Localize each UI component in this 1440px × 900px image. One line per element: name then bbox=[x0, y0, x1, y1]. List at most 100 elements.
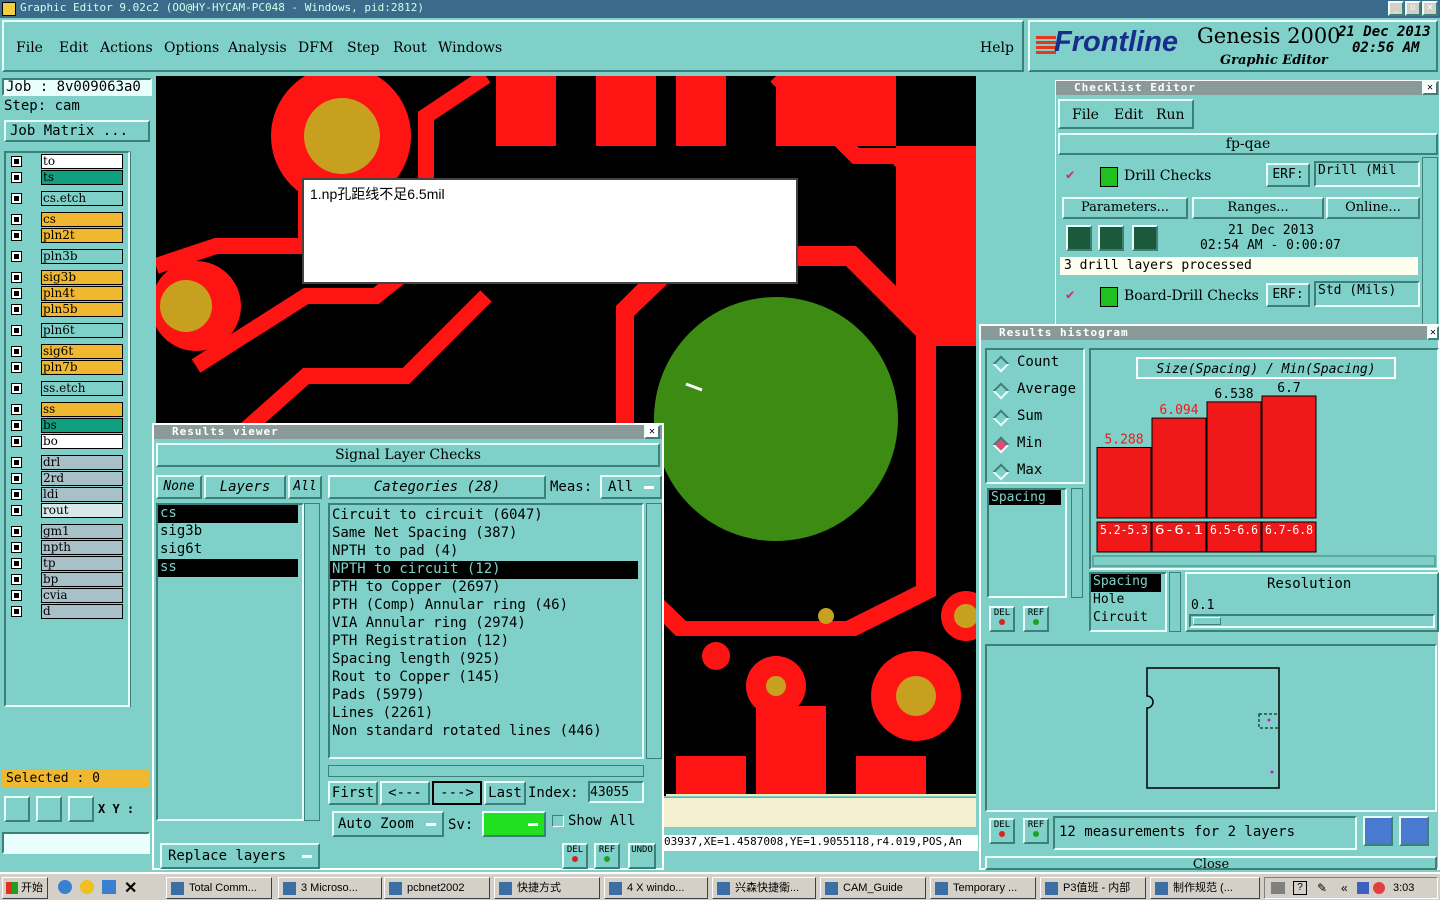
run-icon[interactable] bbox=[1066, 225, 1092, 251]
categories-hscrollbar[interactable] bbox=[328, 765, 644, 777]
category-item[interactable]: Circuit to circuit (6047) bbox=[330, 507, 638, 525]
layer-name[interactable]: sig6t bbox=[41, 344, 123, 359]
layer-name[interactable]: pln4t bbox=[41, 286, 123, 301]
result-layer-item[interactable]: ss bbox=[158, 559, 298, 577]
layer-checkbox[interactable] bbox=[11, 505, 22, 516]
layer-name[interactable]: gm1 bbox=[41, 524, 123, 539]
category-item[interactable]: VIA Annular ring (2974) bbox=[330, 615, 638, 633]
sv-color-dropdown[interactable] bbox=[482, 811, 546, 837]
category-item[interactable]: PTH Registration (12) bbox=[330, 633, 638, 651]
online-button[interactable]: Online... bbox=[1326, 197, 1420, 219]
layer-checkbox[interactable] bbox=[11, 404, 22, 415]
job-matrix-button[interactable]: Job Matrix ... bbox=[4, 120, 150, 142]
ref-button[interactable]: REF bbox=[594, 843, 620, 869]
layer-row[interactable]: gm1 bbox=[9, 524, 124, 539]
menu-rout[interactable]: Rout bbox=[393, 40, 427, 56]
layer-name[interactable]: d bbox=[41, 604, 123, 619]
lower-measure-scrollbar[interactable] bbox=[1169, 572, 1181, 632]
layer-checkbox[interactable] bbox=[11, 172, 22, 183]
checklist-scrollbar[interactable] bbox=[1422, 157, 1438, 325]
parameters-button[interactable]: Parameters... bbox=[1062, 197, 1188, 219]
category-item[interactable]: PTH to Copper (2697) bbox=[330, 579, 638, 597]
layer-name[interactable]: bp bbox=[41, 572, 123, 587]
menu-edit[interactable]: Edit bbox=[59, 40, 88, 56]
menu-windows[interactable]: Windows bbox=[438, 40, 502, 56]
layer-row[interactable]: to bbox=[9, 154, 124, 169]
layer-name[interactable]: ts bbox=[41, 170, 123, 185]
minimize-button[interactable]: _ bbox=[1388, 1, 1404, 16]
layer-checkbox[interactable] bbox=[11, 526, 22, 537]
layer-row[interactable]: ts bbox=[9, 170, 124, 185]
layer-name[interactable]: ss bbox=[41, 402, 123, 417]
resolution-slider[interactable] bbox=[1189, 614, 1435, 628]
histogram-bar[interactable] bbox=[1206, 401, 1262, 519]
layer-name[interactable]: cvia bbox=[41, 588, 123, 603]
layer-scrollbar[interactable] bbox=[130, 151, 152, 707]
layer-checkbox[interactable] bbox=[11, 606, 22, 617]
taskbar-task[interactable]: 制作规范 (... bbox=[1150, 877, 1260, 899]
layer-checkbox[interactable] bbox=[11, 304, 22, 315]
check1-checkbox[interactable]: ✔ bbox=[1066, 167, 1074, 183]
layers-button[interactable]: Layers bbox=[204, 475, 286, 499]
lower-measure-item[interactable]: Hole bbox=[1091, 592, 1161, 610]
result-layer-item[interactable]: sig6t bbox=[158, 541, 298, 559]
check1-erf-value[interactable]: Drill (Mil bbox=[1314, 161, 1420, 187]
mode-radio[interactable] bbox=[992, 463, 1010, 481]
category-item[interactable]: Non standard rotated lines (446) bbox=[330, 723, 638, 741]
layer-checkbox[interactable] bbox=[11, 288, 22, 299]
layer-row[interactable]: cs.etch bbox=[9, 191, 124, 206]
prev-button[interactable]: <--- bbox=[380, 781, 430, 805]
results-viewer-close-button[interactable]: ✕ bbox=[644, 425, 660, 439]
layer-name[interactable]: pln2t bbox=[41, 228, 123, 243]
ie-icon[interactable] bbox=[58, 880, 72, 894]
layer-name[interactable]: tp bbox=[41, 556, 123, 571]
lower-measure-item[interactable]: Spacing bbox=[1091, 574, 1161, 592]
preview-ref-button[interactable]: REF bbox=[1023, 818, 1049, 844]
del-button[interactable]: DEL bbox=[562, 843, 588, 869]
layer-checkbox[interactable] bbox=[11, 193, 22, 204]
layer-checkbox[interactable] bbox=[11, 346, 22, 357]
layer-row[interactable]: pln4t bbox=[9, 286, 124, 301]
zoom-window-icon[interactable] bbox=[1399, 816, 1429, 846]
first-button[interactable]: First bbox=[328, 781, 378, 805]
layer-row[interactable]: bo bbox=[9, 434, 124, 449]
layer-row[interactable]: npth bbox=[9, 540, 124, 555]
taskbar-task[interactable]: pcbnet2002 bbox=[384, 877, 490, 899]
close-button[interactable]: ✕ bbox=[1422, 1, 1438, 16]
checklist-close-button[interactable]: ✕ bbox=[1422, 81, 1438, 95]
layer-name[interactable]: cs.etch bbox=[41, 191, 123, 206]
layer-checkbox[interactable] bbox=[11, 489, 22, 500]
layer-row[interactable]: pln6t bbox=[9, 323, 124, 338]
layer-name[interactable]: rout bbox=[41, 503, 123, 518]
taskbar-task[interactable]: Total Comm... bbox=[166, 877, 272, 899]
menu-options[interactable]: Options bbox=[164, 40, 219, 56]
checklist-menu-edit[interactable]: Edit bbox=[1114, 107, 1143, 123]
taskbar-task[interactable]: Temporary ... bbox=[930, 877, 1036, 899]
category-item[interactable]: Spacing length (925) bbox=[330, 651, 638, 669]
ranges-button[interactable]: Ranges... bbox=[1192, 197, 1324, 219]
layer-checkbox[interactable] bbox=[11, 156, 22, 167]
category-item[interactable]: Same Net Spacing (387) bbox=[330, 525, 638, 543]
histogram-del-button[interactable]: DEL bbox=[989, 606, 1015, 632]
next-button[interactable]: ---> bbox=[432, 781, 482, 805]
start-button[interactable]: 开始 bbox=[2, 877, 48, 899]
layer-name[interactable]: pln6t bbox=[41, 323, 123, 338]
category-item[interactable]: NPTH to pad (4) bbox=[330, 543, 638, 561]
layer-row[interactable]: cvia bbox=[9, 588, 124, 603]
zoom-fit-icon[interactable] bbox=[1363, 816, 1393, 846]
taskbar-task[interactable]: 4 X windo... bbox=[604, 877, 708, 899]
run-selected-icon[interactable] bbox=[1098, 225, 1124, 251]
layer-row[interactable]: bp bbox=[9, 572, 124, 587]
layer-name[interactable]: to bbox=[41, 154, 123, 169]
layer-name[interactable]: ss.etch bbox=[41, 381, 123, 396]
histogram-bar[interactable] bbox=[1151, 417, 1207, 519]
category-item[interactable]: Lines (2261) bbox=[330, 705, 638, 723]
menu-file[interactable]: File bbox=[16, 40, 43, 56]
keyboard-icon[interactable] bbox=[1271, 882, 1285, 894]
layer-row[interactable]: sig3b bbox=[9, 270, 124, 285]
menu-step[interactable]: Step bbox=[347, 40, 379, 56]
checklist-menu-file[interactable]: File bbox=[1072, 107, 1099, 123]
layer-row[interactable]: bs bbox=[9, 418, 124, 433]
layer-row[interactable]: drl bbox=[9, 455, 124, 470]
histogram-bar[interactable] bbox=[1261, 395, 1317, 519]
